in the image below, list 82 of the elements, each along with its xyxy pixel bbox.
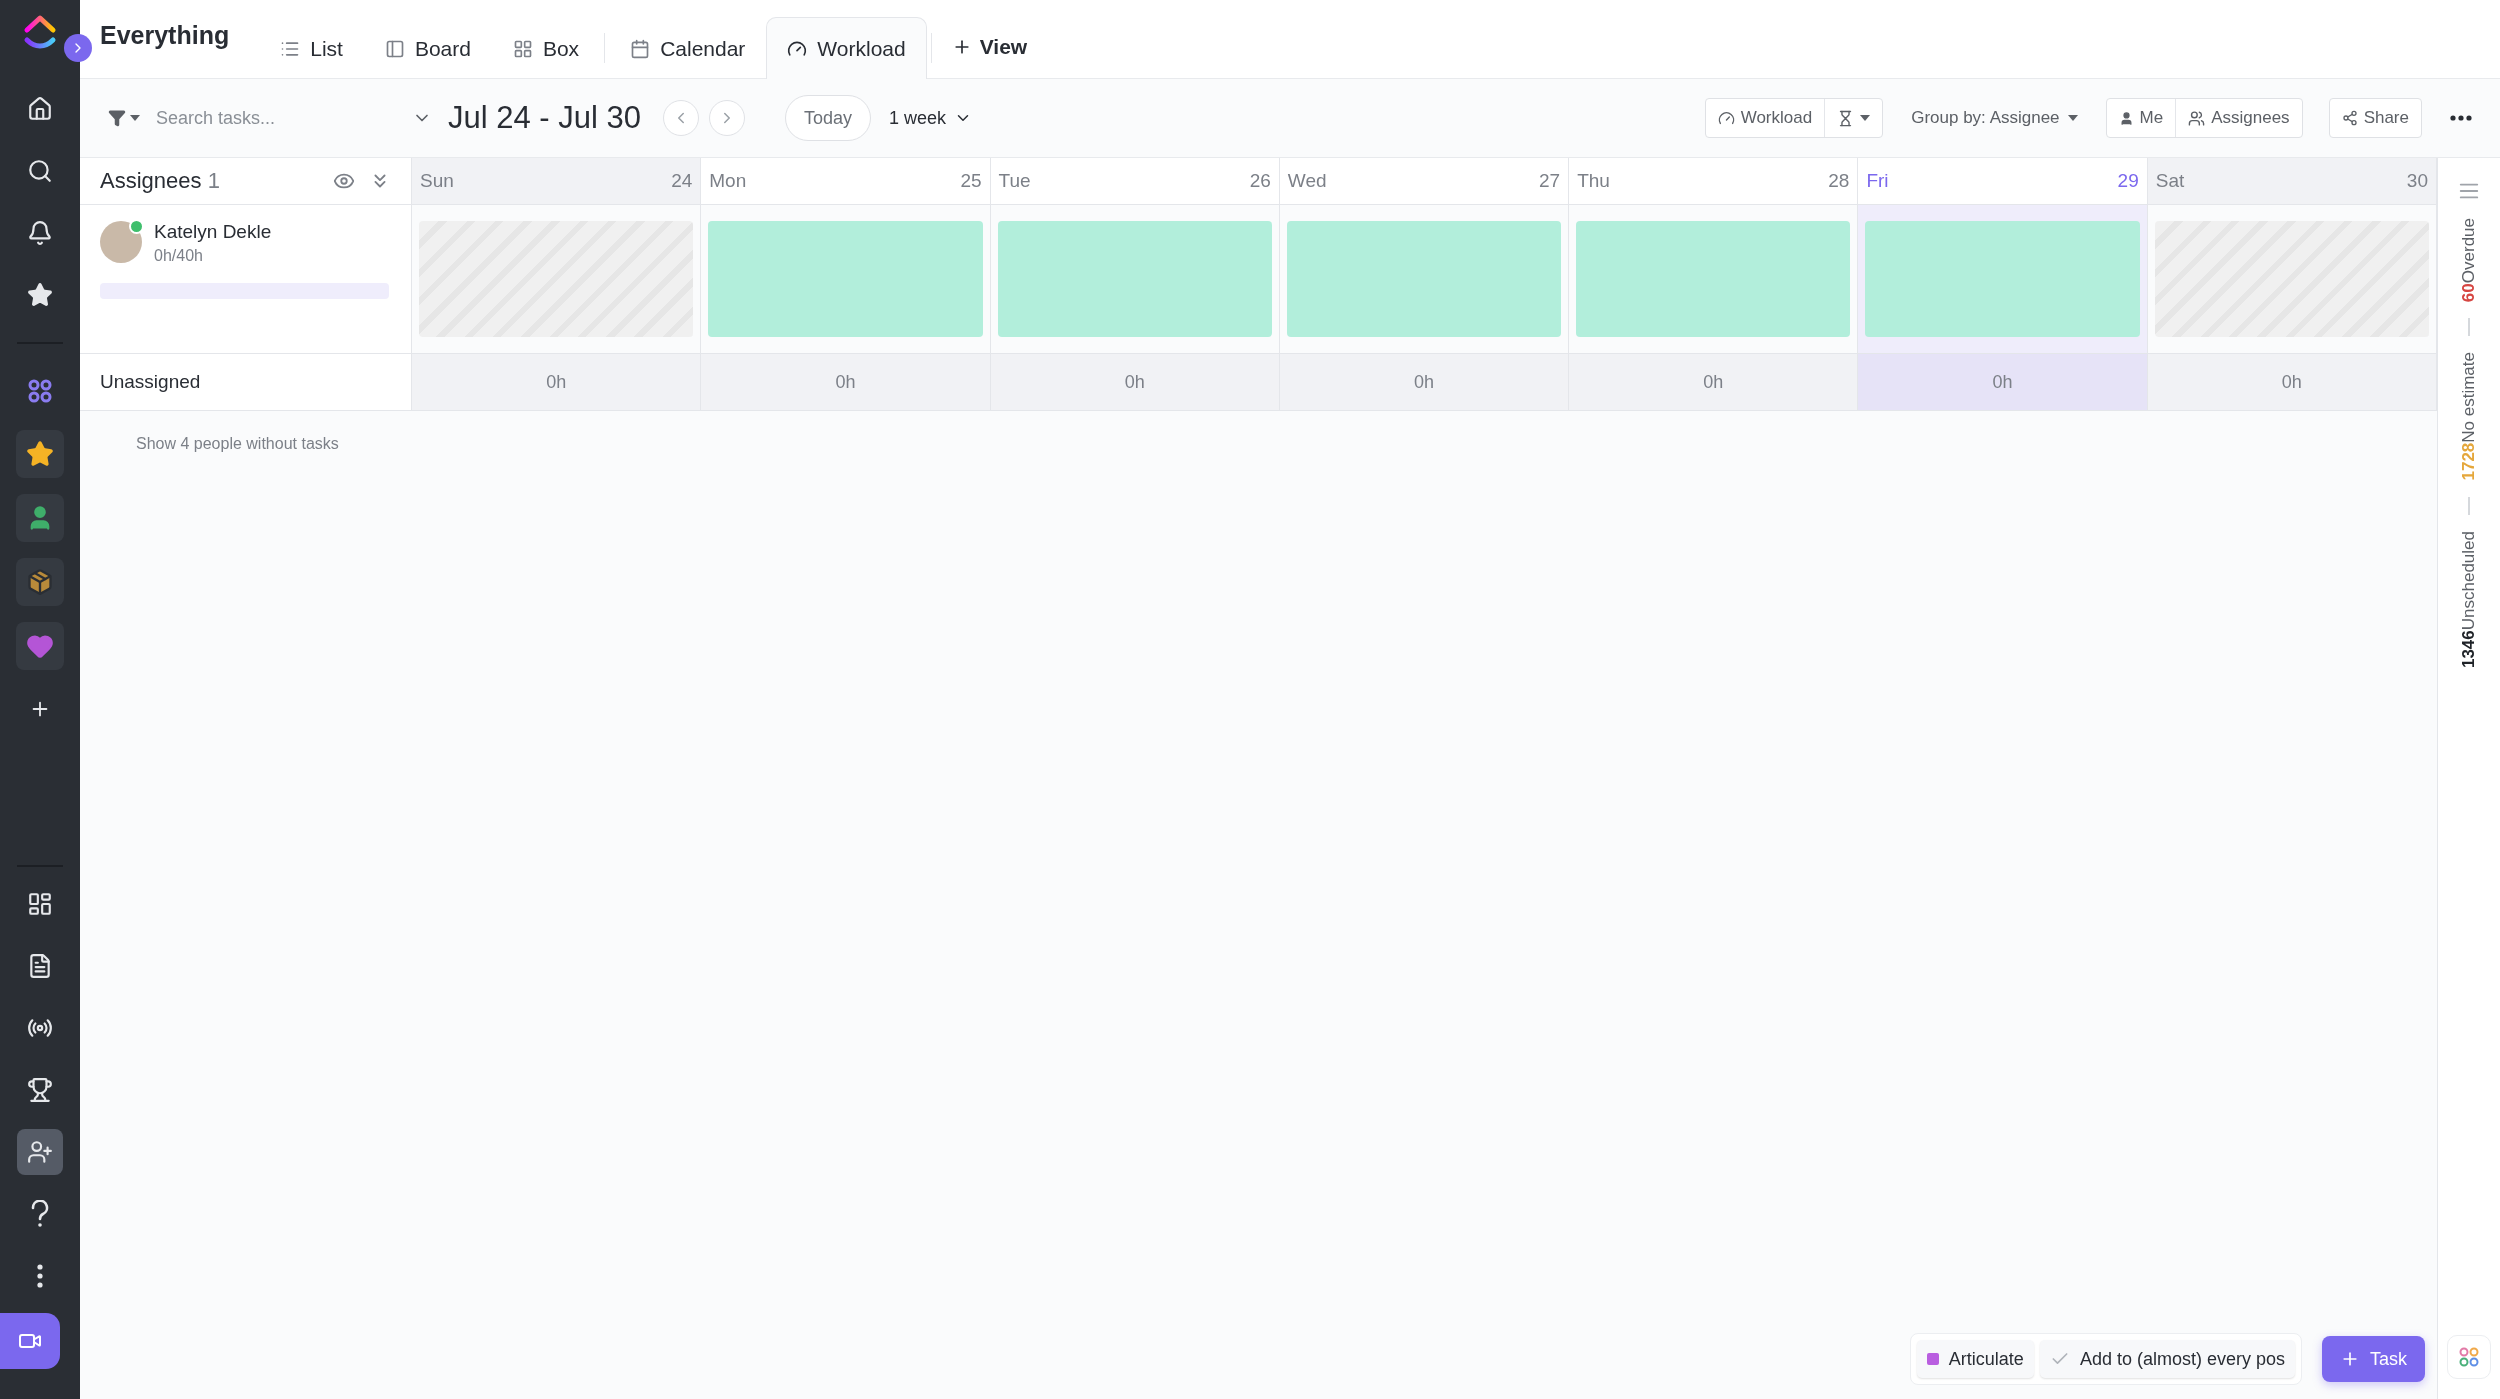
date-label: 26 [1249, 170, 1271, 192]
view-tab[interactable]: Board [363, 17, 492, 79]
date-label: 27 [1539, 170, 1561, 192]
add-view-button[interactable]: View [935, 16, 1044, 78]
me-button[interactable]: Me [2106, 99, 2176, 137]
date-label: 28 [1828, 170, 1850, 192]
today-button[interactable]: Today [785, 95, 872, 141]
date-range: Jul 24 - Jul 30 [448, 100, 641, 136]
summary-label[interactable]: 1728No estimate [2459, 352, 2479, 481]
more-icon [37, 1264, 43, 1288]
person-name: Katelyn Dekle [154, 221, 272, 243]
view-tab[interactable]: Calendar [609, 17, 767, 79]
summary-label[interactable]: 1346Unscheduled [2459, 530, 2479, 668]
weekday-label: Sun [420, 170, 454, 192]
weekday-label: Thu [1577, 170, 1610, 192]
home-icon [27, 96, 53, 122]
board-icon [384, 38, 405, 59]
user-plus-icon [27, 1139, 53, 1165]
search-field[interactable]: Search tasks... [154, 106, 398, 130]
show-more-link[interactable]: Show 4 people without tasks [136, 431, 339, 457]
weekday-label: Tue [998, 170, 1031, 192]
apps-button[interactable] [2447, 1335, 2491, 1379]
sidebar-button[interactable] [17, 1129, 63, 1175]
period-dropdown[interactable]: 1 week [881, 107, 981, 129]
caret-icon [2067, 115, 2078, 121]
task-chip[interactable]: Add to (almost) every pos [2039, 1340, 2295, 1378]
hours-cell: 0h [1858, 354, 2148, 410]
assignees-button[interactable]: Assignees [2175, 99, 2302, 137]
bell-icon [27, 220, 53, 246]
dashboard-icon [27, 891, 53, 917]
task-chip[interactable]: Articulate [1916, 1340, 2034, 1378]
weekday-label: Mon [709, 170, 747, 192]
add-task-button[interactable]: Task [2322, 1336, 2425, 1382]
assignees-heading: Assignees 1 [100, 168, 221, 194]
heart-icon [26, 632, 54, 660]
avatar [100, 221, 142, 263]
date-label: 29 [2117, 170, 2139, 192]
calendar-icon [630, 38, 651, 59]
share-icon [2341, 110, 2358, 126]
document-icon [27, 953, 53, 979]
star-icon [27, 282, 53, 308]
workload-button[interactable]: Workload [1705, 99, 1825, 137]
hours-cell: 0h [990, 354, 1280, 410]
view-tab[interactable]: List [259, 17, 364, 79]
sidebar-button[interactable] [16, 494, 64, 542]
view-tab[interactable]: Box [491, 17, 601, 79]
caret-icon [130, 115, 140, 121]
sidebar-button[interactable] [16, 430, 64, 478]
hours-cell: 0h [412, 354, 702, 410]
dots-grid-icon [27, 378, 53, 404]
hours-cell: 0h [2147, 354, 2437, 410]
help-icon [30, 1200, 50, 1228]
view-tab[interactable]: Workload [766, 17, 927, 79]
search-icon [27, 158, 53, 184]
hours-cell: 0h [701, 354, 991, 410]
people-icon [2188, 109, 2206, 127]
share-button[interactable]: Share [2329, 99, 2421, 137]
caret-icon [1860, 115, 1871, 121]
weekday-label: Fri [1866, 170, 1889, 192]
apps-icon [2459, 1347, 2479, 1367]
page-title: Everything [100, 20, 230, 50]
person-icon [2118, 110, 2134, 126]
gauge-icon [1717, 109, 1735, 127]
trophy-icon [27, 1077, 53, 1103]
date-label: 24 [671, 170, 693, 192]
unassigned-label: Unassigned [80, 354, 412, 410]
hours-capacity: 0h/40h [154, 247, 204, 265]
hours-cell: 0h [1279, 354, 1570, 410]
filter-icon [108, 109, 126, 127]
video-button[interactable] [0, 1313, 60, 1369]
star-icon [26, 440, 54, 468]
date-label: 25 [960, 170, 982, 192]
expand-button[interactable] [64, 34, 92, 62]
date-label: 30 [2406, 170, 2428, 192]
weekday-label: Sat [2155, 170, 2185, 192]
group-by-dropdown[interactable]: Group by: Assignee [1893, 108, 2096, 128]
more-icon [2450, 115, 2472, 121]
summary-label[interactable]: 60Overdue [2459, 218, 2479, 303]
box-icon [26, 568, 54, 596]
weekday-label: Wed [1287, 170, 1327, 192]
grid-icon [512, 38, 533, 59]
hours-cell: 0h [1569, 354, 1859, 410]
